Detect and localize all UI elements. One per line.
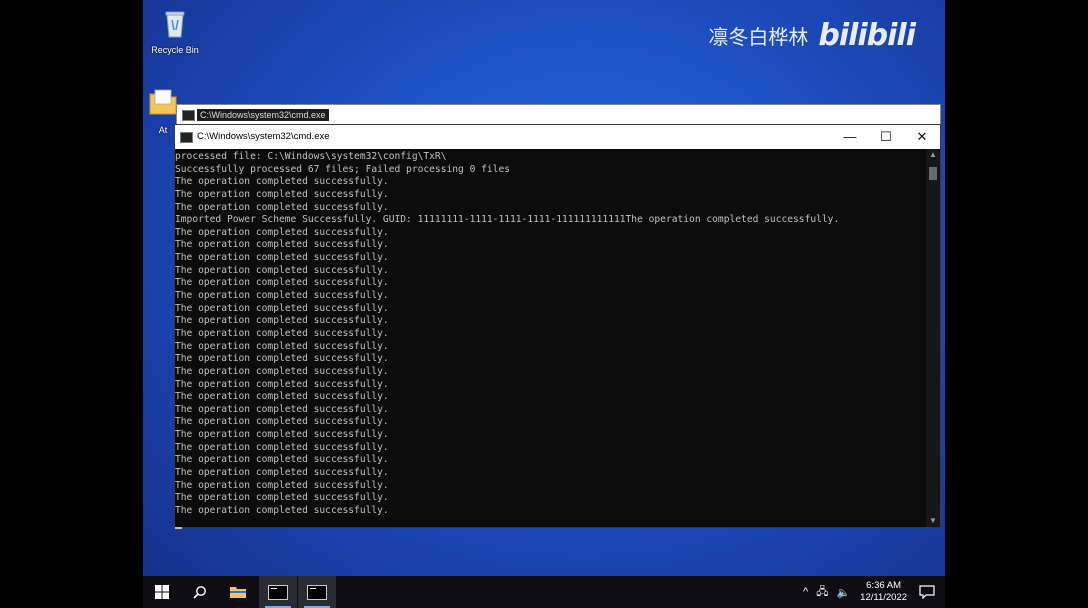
console-line: The operation completed successfully. xyxy=(175,201,389,213)
scroll-up-arrow-icon[interactable]: ▲ xyxy=(926,149,940,161)
recycle-bin-icon xyxy=(165,11,185,38)
notification-icon[interactable] xyxy=(919,585,935,599)
console-line: The operation completed successfully. xyxy=(175,239,389,251)
background-window-title: C:\Windows\system32\cmd.exe xyxy=(197,109,329,121)
cmd-titlebar[interactable]: C:\Windows\system32\cmd.exe — ☐ ✕ xyxy=(175,125,940,149)
console-line: The operation completed successfully. xyxy=(175,504,389,516)
recycle-bin-label: Recycle Bin xyxy=(151,45,199,55)
taskbar-cmd-button-1[interactable] xyxy=(259,576,297,608)
scrollbar-thumb[interactable] xyxy=(929,167,937,180)
background-cmd-window[interactable]: C:\Windows\system32\cmd.exe xyxy=(176,104,941,126)
taskbar: ^ 🖧 🔈 6:36 AM 12/11/2022 xyxy=(143,576,945,608)
cmd-window-icon xyxy=(180,132,193,143)
cmd-icon xyxy=(307,584,327,600)
console-line: The operation completed successfully. xyxy=(175,492,389,504)
close-button[interactable]: ✕ xyxy=(904,125,940,149)
show-hidden-icons-chevron-icon[interactable]: ^ xyxy=(803,586,808,598)
console-line: The operation completed successfully. xyxy=(175,226,389,238)
scroll-down-arrow-icon[interactable]: ▼ xyxy=(926,515,940,527)
console-line: Successfully processed 67 files; Failed … xyxy=(175,163,511,175)
clock-date: 12/11/2022 xyxy=(860,592,907,603)
minimize-button[interactable]: — xyxy=(832,125,868,149)
console-line: The operation completed successfully. xyxy=(175,403,389,415)
taskbar-cmd-button-2[interactable] xyxy=(298,576,336,608)
system-tray: ^ 🖧 🔈 6:36 AM 12/11/2022 xyxy=(799,576,945,608)
cmd-window[interactable]: C:\Windows\system32\cmd.exe — ☐ ✕ proces… xyxy=(174,124,941,530)
console-line: The operation completed successfully. xyxy=(175,467,389,479)
console-line: The operation completed successfully. xyxy=(175,479,389,491)
text-cursor xyxy=(175,527,182,530)
start-button[interactable] xyxy=(143,576,181,608)
watermark-channel: 凛冬白桦林 xyxy=(708,25,809,49)
console-line: The operation completed successfully. xyxy=(175,176,389,188)
console-line: The operation completed successfully. xyxy=(175,302,389,314)
recycle-bin-desktop-icon[interactable]: Recycle Bin xyxy=(143,6,207,55)
console-line: The operation completed successfully. xyxy=(175,441,389,453)
file-explorer-button[interactable] xyxy=(219,576,257,608)
windows-logo-icon xyxy=(155,585,169,599)
taskbar-clock[interactable]: 6:36 AM 12/11/2022 xyxy=(860,580,907,604)
console-line: The operation completed successfully. xyxy=(175,365,389,377)
console-line: The operation completed successfully. xyxy=(175,429,389,441)
video-watermark: 凛冬白桦林 bilibili xyxy=(708,18,916,53)
console-line: The operation completed successfully. xyxy=(175,340,389,352)
cmd-window-icon xyxy=(182,110,195,121)
console-line: The operation completed successfully. xyxy=(175,454,389,466)
console-line: The operation completed successfully. xyxy=(175,416,389,428)
console-cursor-line xyxy=(175,518,926,531)
volume-icon[interactable]: 🔈 xyxy=(836,586,850,599)
network-icon[interactable]: 🖧 xyxy=(816,583,828,602)
console-line: The operation completed successfully. xyxy=(175,315,389,327)
console-line: The operation completed successfully. xyxy=(175,264,389,276)
search-icon xyxy=(193,586,206,599)
folder-icon xyxy=(149,89,177,115)
console-line: The operation completed successfully. xyxy=(175,391,389,403)
console-scrollbar[interactable]: ▲ ▼ xyxy=(926,149,940,527)
cmd-window-title: C:\Windows\system32\cmd.exe xyxy=(197,131,330,142)
search-button[interactable] xyxy=(181,576,219,608)
clock-time: 6:36 AM xyxy=(866,580,901,591)
console-line: The operation completed successfully. xyxy=(175,277,389,289)
console-line: The operation completed successfully. xyxy=(175,378,389,390)
console-line: The operation completed successfully. xyxy=(175,353,389,365)
console-line: Imported Power Scheme Successfully. GUID… xyxy=(175,214,840,226)
maximize-button[interactable]: ☐ xyxy=(868,125,904,149)
cmd-icon xyxy=(268,584,288,600)
watermark-brand: bilibili xyxy=(818,18,916,53)
folder-icon xyxy=(230,587,246,598)
console-line: The operation completed successfully. xyxy=(175,327,389,339)
console-line: processed file: C:\Windows\system32\conf… xyxy=(175,151,447,162)
desktop-screen: 凛冬白桦林 bilibili Recycle Bin At C:\Windows… xyxy=(143,0,945,608)
console-line: The operation completed successfully. xyxy=(175,188,389,200)
console-line: The operation completed successfully. xyxy=(175,290,389,302)
console-line: The operation completed successfully. xyxy=(175,252,389,264)
console-output[interactable]: processed file: C:\Windows\system32\conf… xyxy=(175,149,926,530)
